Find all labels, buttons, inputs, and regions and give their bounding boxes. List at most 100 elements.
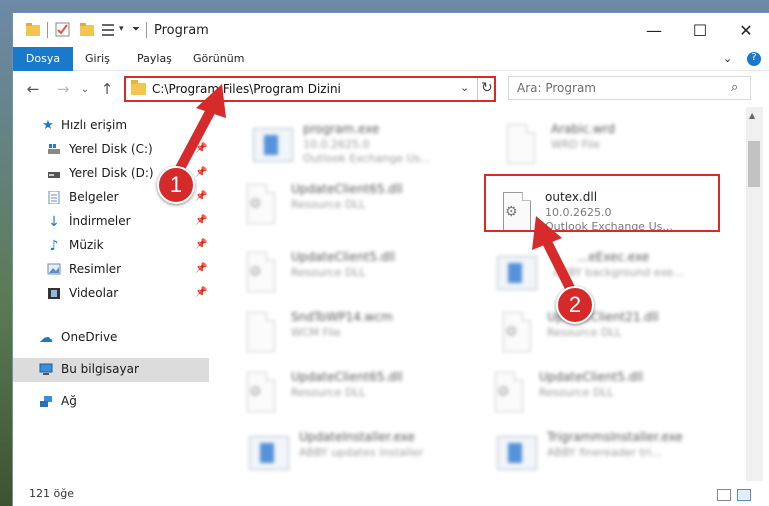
pin-icon[interactable]: 📌 xyxy=(195,239,207,250)
tab-paylas[interactable]: Paylaş xyxy=(137,47,172,71)
step-1-badge: 1 xyxy=(157,166,195,204)
qa-dropdown-icon[interactable]: ▾ xyxy=(119,24,124,40)
sidebar-item-network[interactable]: Ağ xyxy=(13,391,209,413)
address-bar[interactable]: C:\Program Files\Program Dizini ⌄ ↻ xyxy=(124,76,496,102)
scrollbar-thumb[interactable] xyxy=(748,141,760,187)
sidebar-item-onedrive[interactable]: ☁ OneDrive xyxy=(13,327,209,349)
address-path[interactable]: C:\Program Files\Program Dizini xyxy=(152,82,341,96)
sidebar-item-label: Videolar xyxy=(69,286,119,300)
vertical-scrollbar[interactable]: ▲ xyxy=(746,107,763,481)
file-item[interactable]: ⚙ UpdateClient5.dll Resource DLL xyxy=(469,367,719,421)
status-bar: 121 öğe xyxy=(13,481,769,506)
documents-icon xyxy=(48,191,60,204)
file-item[interactable]: TrigrammsInstaller.exe ABBY finereader t… xyxy=(477,427,727,481)
address-dropdown-icon[interactable]: ⌄ xyxy=(460,81,469,94)
large-icons-view-icon[interactable] xyxy=(737,489,751,501)
sidebar-item-this-pc[interactable]: Bu bilgisayar xyxy=(13,358,209,382)
file-item[interactable]: program.exe 10.0.2625.0 Outlook Exchange… xyxy=(233,119,483,173)
computer-icon xyxy=(39,363,53,375)
file-icon xyxy=(241,310,281,356)
pin-icon[interactable]: 📌 xyxy=(195,143,207,154)
app-icon xyxy=(497,250,537,296)
file-item[interactable]: Arabic.wrd WRD File xyxy=(481,119,731,173)
app-icon xyxy=(497,430,537,476)
tab-giris[interactable]: Giriş xyxy=(85,47,110,71)
file-explorer-window: ▾ ⏷ Program — ☐ ✕ Dosya Giriş Paylaş Gör… xyxy=(12,12,769,506)
details-view-icon[interactable] xyxy=(717,489,731,501)
sidebar-item-label: Bu bilgisayar xyxy=(61,362,139,376)
drive-icon xyxy=(48,144,60,154)
pin-icon[interactable]: 📌 xyxy=(195,215,207,226)
ribbon-tabs: Dosya Giriş Paylaş Görünüm ⌄ ? xyxy=(13,47,769,71)
search-input[interactable]: Ara: Program ⌕ xyxy=(508,76,751,100)
minimize-button[interactable]: — xyxy=(631,13,677,47)
sidebar-item-indirmeler[interactable]: ↓ İndirmeler 📌 xyxy=(13,211,209,233)
file-item[interactable]: SndToWP14.wcm WCM File xyxy=(221,307,471,361)
back-button[interactable]: ← xyxy=(23,79,43,99)
navigation-pane: ★ Hızlı erişim Yerel Disk (C:) 📌 Yerel D… xyxy=(13,107,209,481)
file-name: ...eExec.exe xyxy=(577,250,650,264)
drive-icon xyxy=(48,172,60,178)
pin-icon[interactable]: 📌 xyxy=(195,191,207,202)
file-name: TrigrammsInstaller.exe xyxy=(547,430,683,444)
file-icon xyxy=(501,122,541,168)
file-name: UpdateInstaller.exe xyxy=(299,430,415,444)
dll-icon: ⚙ xyxy=(241,182,281,228)
file-name: UpdateClient5.dll xyxy=(539,370,643,384)
file-item[interactable]: ...eExec.exe ABBY background exe... xyxy=(477,247,727,301)
sidebar-item-disk-c[interactable]: Yerel Disk (C:) 📌 xyxy=(13,139,209,161)
tab-gorunum[interactable]: Görünüm xyxy=(193,47,244,71)
file-description: ABBY updates installer xyxy=(299,446,424,459)
file-item[interactable]: ⚙ UpdateClient21.dll Resource DLL xyxy=(477,307,727,361)
file-type: Resource DLL xyxy=(291,266,366,279)
app-icon xyxy=(249,430,289,476)
step-2-badge: 2 xyxy=(556,286,594,324)
file-item[interactable]: ⚙ UpdateClient5.dll Resource DLL xyxy=(221,247,471,301)
network-icon xyxy=(40,396,52,407)
sidebar-item-videolar[interactable]: Videolar 📌 xyxy=(13,283,209,305)
properties-icon[interactable] xyxy=(55,22,71,38)
forward-button[interactable]: → xyxy=(53,79,73,99)
videos-icon xyxy=(48,288,60,299)
recent-locations-button[interactable]: ⌄ xyxy=(75,79,95,99)
folder-icon xyxy=(131,80,146,95)
customize-icon[interactable] xyxy=(101,22,117,38)
search-icon[interactable]: ⌕ xyxy=(731,80,738,95)
pictures-icon xyxy=(47,263,61,275)
help-icon[interactable]: ? xyxy=(747,52,761,66)
highlight-box xyxy=(484,174,720,232)
scroll-up-icon[interactable]: ▲ xyxy=(749,111,755,120)
refresh-icon[interactable]: ↻ xyxy=(481,80,493,96)
sidebar-item-label: OneDrive xyxy=(61,330,118,344)
sidebar-item-label: Hızlı erişim xyxy=(61,118,128,132)
item-count: 121 öğe xyxy=(29,487,74,500)
qa-customize-arrow-icon[interactable]: ⏷ xyxy=(132,24,140,40)
file-item[interactable]: ⚙ UpdateClient65.dll Resource DLL xyxy=(221,367,471,421)
file-description: Outlook Exchange Us... xyxy=(303,152,431,165)
search-placeholder: Ara: Program xyxy=(517,81,596,95)
file-item[interactable]: ⚙ UpdateClient65.dll Resource DLL xyxy=(221,179,471,233)
file-type: WCM File xyxy=(291,326,341,339)
cloud-icon: ☁ xyxy=(39,329,53,346)
file-name: UpdateClient65.dll xyxy=(291,182,403,196)
pin-icon[interactable]: 📌 xyxy=(195,263,207,274)
sidebar-item-label: İndirmeler xyxy=(69,214,131,228)
new-folder-icon[interactable] xyxy=(79,22,95,38)
pin-icon[interactable]: 📌 xyxy=(195,167,207,178)
sidebar-item-resimler[interactable]: Resimler 📌 xyxy=(13,259,209,281)
file-name: UpdateClient65.dll xyxy=(291,370,403,384)
file-item[interactable]: UpdateInstaller.exe ABBY updates install… xyxy=(229,427,479,481)
dll-icon: ⚙ xyxy=(489,370,529,416)
up-button[interactable]: ↑ xyxy=(97,79,117,99)
expand-ribbon-icon[interactable]: ⌄ xyxy=(723,47,732,71)
dll-icon: ⚙ xyxy=(497,310,537,356)
close-button[interactable]: ✕ xyxy=(723,13,769,47)
tab-dosya[interactable]: Dosya xyxy=(13,47,73,71)
pin-icon[interactable]: 📌 xyxy=(195,287,207,298)
sidebar-item-quick-access[interactable]: ★ Hızlı erişim xyxy=(13,115,209,137)
file-type: Resource DLL xyxy=(539,386,614,399)
sidebar-item-muzik[interactable]: ♪ Müzik 📌 xyxy=(13,235,209,257)
installer-icon xyxy=(253,122,293,168)
file-type: Resource DLL xyxy=(291,198,366,211)
maximize-button[interactable]: ☐ xyxy=(677,13,723,47)
